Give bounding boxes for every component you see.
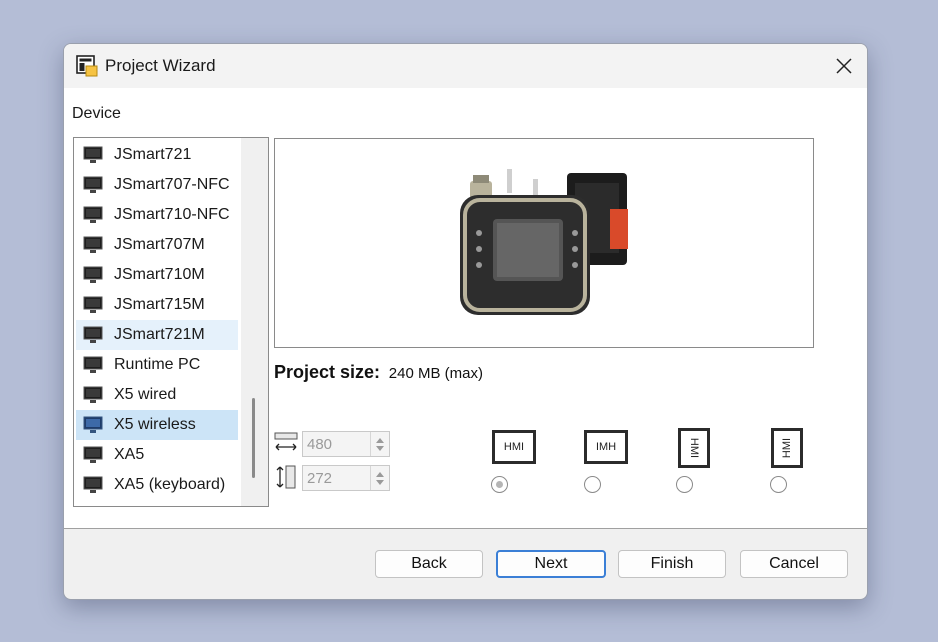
device-item-label: JSmart715M [114, 296, 205, 313]
monitor-icon [83, 266, 103, 283]
device-label: Device [72, 105, 121, 122]
device-item[interactable]: JSmart715M [76, 290, 238, 320]
width-stepper[interactable] [370, 432, 389, 456]
close-button[interactable] [821, 44, 867, 88]
width-icon [274, 432, 298, 451]
device-item[interactable]: JSmart721M [76, 320, 238, 350]
device-preview-image [274, 138, 814, 348]
project-wizard-dialog: Project Wizard Device JSmart721 JSmart70… [63, 43, 868, 600]
orientation-label: HMI [595, 441, 617, 453]
project-size-value: 240 MB (max) [388, 365, 483, 382]
orientation-landscape-flipped-icon: HMI [584, 430, 628, 464]
orientation-landscape-flipped-radio[interactable] [584, 476, 601, 493]
width-value: 480 [307, 436, 333, 453]
device-item[interactable]: JSmart710M [76, 260, 238, 290]
device-item[interactable]: X5 wired [76, 380, 238, 410]
scrollbar-thumb[interactable] [252, 398, 255, 478]
device-list-scrollbar[interactable] [241, 138, 268, 506]
orientation-portrait-radio[interactable] [676, 476, 693, 493]
device-item-selected[interactable]: X5 wireless [76, 410, 238, 440]
device-item-label: JSmart707M [114, 236, 205, 253]
project-size-label: Project size: [274, 362, 381, 382]
height-input[interactable]: 272 [302, 465, 390, 491]
orientation-landscape-icon: HMI [492, 430, 536, 464]
device-item[interactable]: JSmart721 [76, 140, 238, 170]
device-item-label: JSmart707-NFC [114, 176, 230, 193]
project-size: Project size: 240 MB (max) [274, 362, 483, 383]
device-item[interactable]: JSmart707-NFC [76, 170, 238, 200]
height-icon [276, 465, 296, 489]
monitor-icon [83, 446, 103, 463]
monitor-icon [83, 296, 103, 313]
device-item[interactable]: JSmart707M [76, 230, 238, 260]
monitor-icon [83, 476, 103, 493]
monitor-icon [83, 386, 103, 403]
monitor-icon [83, 326, 103, 343]
device-item-label: XA5 (keyboard) [114, 476, 226, 493]
cancel-button[interactable]: Cancel [740, 550, 848, 578]
footer-separator [64, 528, 867, 529]
device-item-label: JSmart710-NFC [114, 206, 230, 223]
next-button[interactable]: Next [496, 550, 606, 578]
back-button[interactable]: Back [375, 550, 483, 578]
finish-button[interactable]: Finish [618, 550, 726, 578]
monitor-icon [83, 416, 103, 433]
handheld-device-image [460, 169, 628, 315]
device-item-label: JSmart721M [114, 326, 205, 343]
device-list[interactable]: JSmart721 JSmart707-NFC JSmart710-NFC JS… [73, 137, 269, 507]
orientation-label: HMI [503, 441, 525, 453]
device-item-label: JSmart710M [114, 266, 205, 283]
orientation-portrait-flipped-icon: HMI [771, 428, 803, 468]
monitor-icon [83, 236, 103, 253]
device-item-label: JSmart721 [114, 146, 192, 163]
monitor-icon [83, 356, 103, 373]
device-item-label: XA5 [114, 446, 145, 463]
wizard-app-icon [76, 55, 98, 77]
device-item-label: X5 wired [114, 386, 177, 403]
orientation-portrait-icon: HMI [678, 428, 710, 468]
orientation-landscape-radio[interactable] [491, 476, 508, 493]
device-item[interactable]: XA5 (keyboard) [76, 470, 238, 500]
device-item-label: X5 wireless [114, 416, 196, 433]
orientation-label: HMI [687, 437, 700, 459]
device-item[interactable]: JSmart710-NFC [76, 200, 238, 230]
height-value: 272 [307, 470, 333, 487]
monitor-icon [83, 146, 103, 163]
title-bar: Project Wizard [64, 44, 867, 88]
wizard-content: Device JSmart721 JSmart707-NFC JSmart710… [64, 88, 867, 528]
device-item[interactable]: Runtime PC [76, 350, 238, 380]
window-title: Project Wizard [105, 56, 216, 75]
monitor-icon [83, 206, 103, 223]
orientation-label: HMI [780, 437, 793, 459]
width-input[interactable]: 480 [302, 431, 390, 457]
device-item-label: Runtime PC [114, 356, 201, 373]
close-icon [836, 58, 852, 74]
orientation-portrait-flipped-radio[interactable] [770, 476, 787, 493]
monitor-icon [83, 176, 103, 193]
device-item[interactable]: XA5 [76, 440, 238, 470]
height-stepper[interactable] [370, 466, 389, 490]
